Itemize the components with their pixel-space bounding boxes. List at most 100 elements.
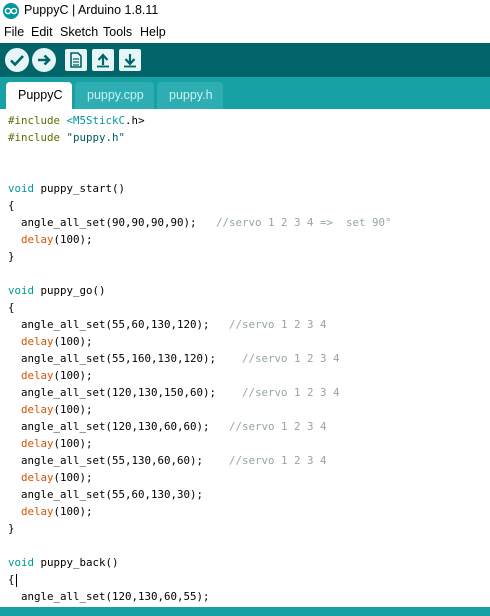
code-token: "puppy.h" bbox=[66, 131, 126, 144]
code-token: puppy_start() bbox=[34, 182, 126, 195]
code-line: angle_all_set(90,90,90,90); //servo 1 2 … bbox=[8, 214, 392, 231]
text-cursor bbox=[15, 573, 17, 587]
tab-puppy-h[interactable]: puppy.h bbox=[157, 82, 223, 109]
code-line: angle_all_set(120,130,60,60); //servo 1 … bbox=[8, 418, 327, 435]
code-line: angle_all_set(55,160,130,120); //servo 1… bbox=[8, 350, 340, 367]
tab-puppyc[interactable]: PuppyC bbox=[6, 82, 72, 109]
code-token: (100); bbox=[53, 369, 93, 382]
code-line: delay(100); bbox=[8, 435, 93, 452]
upload-button[interactable] bbox=[32, 48, 56, 72]
code-token: angle_all_set(55,60,130,120); bbox=[8, 318, 230, 331]
code-token: #include bbox=[8, 114, 67, 127]
code-line: { bbox=[8, 571, 17, 588]
code-token: angle_all_set(120,130,60,60); bbox=[8, 420, 230, 433]
code-token: (100); bbox=[53, 471, 93, 484]
code-line: delay(100); bbox=[8, 503, 93, 520]
code-token: { bbox=[8, 301, 15, 314]
menu-help[interactable]: Help bbox=[140, 25, 166, 39]
code-token: delay bbox=[21, 403, 54, 416]
code-token: //servo 1 2 3 4 bbox=[229, 420, 327, 433]
open-button[interactable] bbox=[92, 49, 114, 71]
checkmark-icon bbox=[10, 55, 24, 67]
code-token: delay bbox=[21, 335, 54, 348]
menu-tools[interactable]: Tools bbox=[103, 25, 132, 39]
code-line: } bbox=[8, 520, 15, 537]
new-button[interactable] bbox=[65, 49, 87, 71]
menu-edit[interactable]: Edit bbox=[31, 25, 53, 39]
code-token: //servo 1 2 3 4 bbox=[242, 386, 340, 399]
code-token: } bbox=[8, 250, 15, 263]
status-bar bbox=[0, 607, 490, 616]
code-editor[interactable]: #include <M5StickC.h> #include "puppy.h" v… bbox=[0, 109, 490, 607]
code-token: angle_all_set(90,90,90,90); bbox=[8, 216, 217, 229]
code-token: //servo 1 2 3 4 bbox=[229, 318, 327, 331]
toolbar bbox=[0, 43, 490, 77]
code-token: delay bbox=[21, 369, 54, 382]
code-line: delay(100); bbox=[8, 367, 93, 384]
arrow-down-icon bbox=[124, 54, 136, 68]
verify-button[interactable] bbox=[5, 48, 29, 72]
code-token: { bbox=[8, 199, 15, 212]
code-token: <M5StickC bbox=[66, 114, 126, 127]
code-token: delay bbox=[21, 471, 54, 484]
code-line: delay(100); bbox=[8, 401, 93, 418]
code-line: void puppy_start() bbox=[8, 180, 125, 197]
code-token: (100); bbox=[53, 403, 93, 416]
code-token: void bbox=[8, 556, 35, 569]
code-token: (100); bbox=[53, 335, 93, 348]
code-token: void bbox=[8, 284, 35, 297]
tab-puppy-cpp[interactable]: puppy.cpp bbox=[75, 82, 154, 109]
tab-bar: PuppyC puppy.cpp puppy.h bbox=[0, 77, 490, 109]
code-token: angle_all_set(55,60,130,30); bbox=[8, 488, 204, 501]
code-token: delay bbox=[21, 233, 54, 246]
code-token: angle_all_set(120,130,150,60); bbox=[8, 386, 243, 399]
code-token: #include bbox=[8, 131, 67, 144]
code-token: angle_all_set(55,130,60,60); bbox=[8, 454, 230, 467]
code-line: angle_all_set(55,60,130,120); //servo 1 … bbox=[8, 316, 327, 333]
code-token: > bbox=[138, 114, 145, 127]
code-token: angle_all_set(55,160,130,120); bbox=[8, 352, 243, 365]
code-line: { bbox=[8, 299, 15, 316]
code-token: //servo 1 2 3 4 bbox=[229, 454, 327, 467]
menu-bar: File Edit Sketch Tools Help bbox=[0, 22, 490, 43]
code-token: } bbox=[8, 522, 15, 535]
window-title: PuppyC | Arduino 1.8.11 bbox=[24, 3, 159, 17]
menu-file[interactable]: File bbox=[4, 25, 24, 39]
document-icon bbox=[70, 52, 82, 68]
code-token: (100); bbox=[53, 233, 93, 246]
code-token: void bbox=[8, 182, 35, 195]
code-line: angle_all_set(55,130,60,60); //servo 1 2… bbox=[8, 452, 327, 469]
code-token: //servo 1 2 3 4 bbox=[242, 352, 340, 365]
code-token: (100); bbox=[53, 505, 93, 518]
code-line: #include <M5StickC.h> bbox=[8, 112, 145, 129]
code-token: (100); bbox=[53, 437, 93, 450]
code-line: angle_all_set(55,60,130,30); bbox=[8, 486, 203, 503]
code-token: puppy_back() bbox=[34, 556, 119, 569]
code-token: //servo 1 2 3 4 => set 90° bbox=[216, 216, 392, 229]
code-line: delay(100); bbox=[8, 333, 93, 350]
code-line: } bbox=[8, 248, 15, 265]
code-token: delay bbox=[21, 437, 54, 450]
arduino-logo-icon bbox=[3, 3, 19, 19]
menu-sketch[interactable]: Sketch bbox=[60, 25, 98, 39]
title-bar: PuppyC | Arduino 1.8.11 bbox=[0, 0, 490, 22]
code-line: void puppy_back() bbox=[8, 554, 119, 571]
save-button[interactable] bbox=[119, 49, 141, 71]
arrow-up-icon bbox=[97, 53, 109, 68]
code-line: delay(100); bbox=[8, 469, 93, 486]
code-token: delay bbox=[21, 505, 54, 518]
code-line: #include "puppy.h" bbox=[8, 129, 125, 146]
code-line: angle_all_set(120,130,150,60); //servo 1… bbox=[8, 384, 340, 401]
code-line: void puppy_go() bbox=[8, 282, 106, 299]
code-line: { bbox=[8, 197, 15, 214]
code-token: { bbox=[8, 573, 15, 586]
code-token: angle_all_set(120,130,60,55); bbox=[8, 590, 210, 603]
arrow-right-icon bbox=[38, 54, 51, 66]
code-line: delay(100); bbox=[8, 231, 93, 248]
